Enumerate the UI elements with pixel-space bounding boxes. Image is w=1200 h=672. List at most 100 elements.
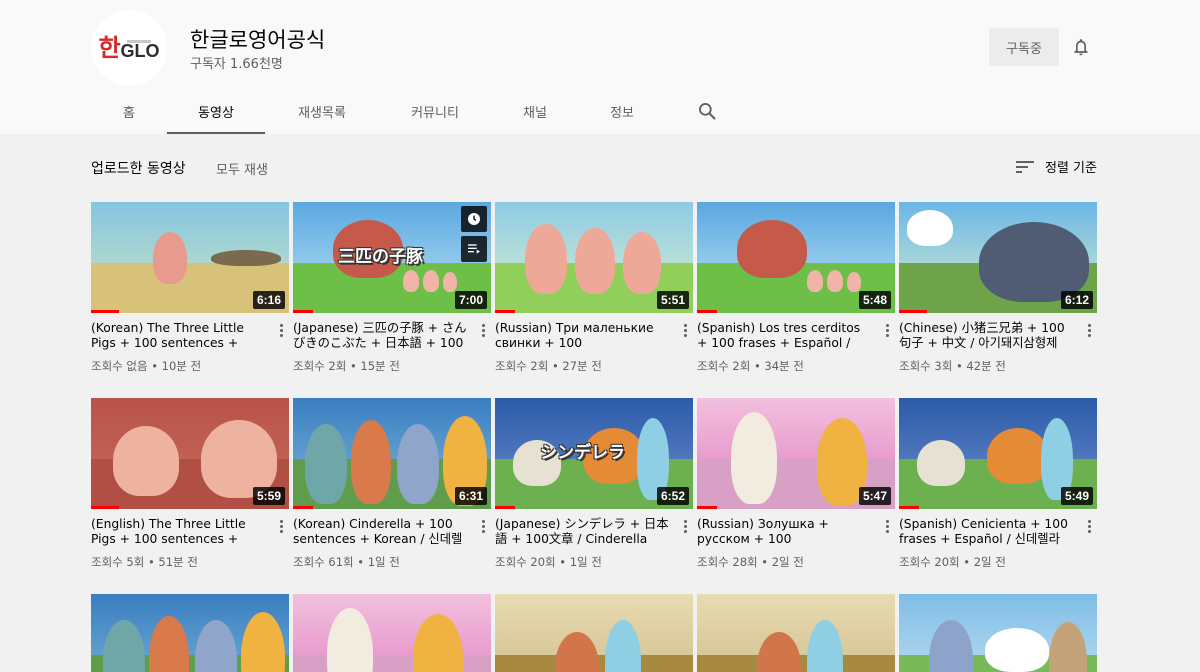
tab-home[interactable]: 홈 — [100, 92, 158, 134]
view-count: 조회수 20회 — [495, 555, 556, 569]
video-title[interactable]: (Spanish) Cenicienta + 100 frases + Espa… — [899, 517, 1097, 547]
video-card[interactable]: 5:59 (English) The Three Little Pigs + 1… — [91, 398, 289, 570]
video-duration: 6:52 — [656, 487, 689, 505]
more-actions-icon[interactable] — [273, 517, 289, 535]
upload-age: 15분 전 — [360, 359, 400, 373]
watch-later-button[interactable] — [461, 206, 487, 232]
watch-progress-bar — [495, 310, 515, 313]
video-thumbnail[interactable] — [495, 594, 693, 672]
more-actions-icon[interactable] — [677, 517, 693, 535]
view-count: 조회수 61회 — [293, 555, 354, 569]
video-thumbnail[interactable]: シンデレラ 6:52 — [495, 398, 693, 509]
upload-age: 42분 전 — [966, 359, 1006, 373]
search-icon[interactable] — [697, 101, 717, 121]
video-thumbnail[interactable]: 5:47 — [697, 398, 895, 509]
upload-age: 10분 전 — [161, 359, 202, 373]
thumbnail-figure — [847, 272, 861, 292]
channel-tabs: 홈 동영상 재생목록 커뮤니티 채널 정보 — [0, 92, 1200, 134]
video-card[interactable] — [899, 594, 1097, 672]
video-meta: 조회수 28회 • 2일 전 — [697, 555, 804, 569]
tab-videos[interactable]: 동영상 — [167, 92, 265, 134]
tab-channels[interactable]: 채널 — [506, 92, 564, 134]
video-thumbnail[interactable] — [91, 594, 289, 672]
video-meta: 조회수 2회 • 15분 전 — [293, 359, 400, 373]
more-actions-icon[interactable] — [475, 517, 491, 535]
video-thumbnail[interactable] — [899, 594, 1097, 672]
more-actions-icon[interactable] — [677, 321, 693, 339]
video-thumbnail[interactable]: 5:51 — [495, 202, 693, 313]
video-title[interactable]: (Korean) The Three Little Pigs + 100 sen… — [91, 321, 289, 351]
video-meta: 조회수 2회 • 34분 전 — [697, 359, 804, 373]
video-title[interactable]: (Japanese) シンデレラ + 日本語 + 100文章 / Cindere… — [495, 517, 693, 547]
tab-about[interactable]: 정보 — [593, 92, 651, 134]
video-card[interactable]: 6:12 (Chinese) 小猪三兄弟 + 100 句子 + 中文 / 아기돼… — [899, 202, 1097, 374]
bell-icon[interactable] — [1071, 36, 1091, 58]
video-card[interactable] — [91, 594, 289, 672]
add-to-queue-button[interactable] — [461, 236, 487, 262]
sort-button[interactable]: 정렬 기준 — [1015, 157, 1097, 176]
video-card[interactable] — [697, 594, 895, 672]
tab-playlists[interactable]: 재생목록 — [282, 92, 362, 134]
thumbnail-figure — [985, 628, 1049, 672]
tab-community[interactable]: 커뮤니티 — [395, 92, 475, 134]
video-title[interactable]: (Russian) Золушка + русском + 100 предло… — [697, 517, 895, 547]
more-actions-icon[interactable] — [273, 321, 289, 339]
video-thumbnail[interactable]: 6:31 — [293, 398, 491, 509]
more-actions-icon[interactable] — [1081, 321, 1097, 339]
video-duration: 5:48 — [858, 291, 891, 309]
channel-avatar[interactable]: 한 GLO — [91, 10, 167, 86]
more-actions-icon[interactable] — [1081, 517, 1097, 535]
thumbnail-figure — [211, 250, 281, 266]
thumbnail-caption: シンデレラ — [540, 443, 625, 463]
view-count: 조회수 2회 — [697, 359, 751, 373]
video-meta: 조회수 없음 • 10분 전 — [91, 359, 202, 373]
upload-age: 2일 전 — [771, 555, 804, 569]
video-title[interactable]: (Chinese) 小猪三兄弟 + 100 句子 + 中文 / 아기돼지삼형제 — [899, 321, 1097, 351]
video-card[interactable]: 6:16 (Korean) The Three Little Pigs + 10… — [91, 202, 289, 374]
thumbnail-figure — [305, 424, 347, 504]
video-card[interactable] — [495, 594, 693, 672]
play-all-button[interactable]: 모두 재생 — [216, 159, 268, 178]
video-thumbnail[interactable]: 三匹の子豚 7:00 — [293, 202, 491, 313]
video-thumbnail[interactable]: 6:12 — [899, 202, 1097, 313]
thumbnail-figure — [575, 228, 615, 294]
video-duration: 5:51 — [656, 291, 689, 309]
thumbnail-figure — [807, 270, 823, 292]
thumbnail-figure — [351, 420, 391, 504]
video-duration: 6:31 — [454, 487, 487, 505]
video-title[interactable]: (Japanese) 三匹の子豚 + さんびきのこぶた + 日本語 + 100文… — [293, 321, 491, 351]
channel-header: 한 GLO 한글로영어공식 구독자 1.66천명 구독중 홈 동영상 재생목록 … — [0, 0, 1200, 134]
video-thumbnail[interactable]: 5:59 — [91, 398, 289, 509]
video-card[interactable]: 5:48 (Spanish) Los tres cerditos + 100 f… — [697, 202, 895, 374]
thumbnail-figure — [623, 232, 661, 294]
video-thumbnail[interactable] — [697, 594, 895, 672]
video-card[interactable]: 6:31 (Korean) Cinderella + 100 sentences… — [293, 398, 491, 570]
upload-age: 2일 전 — [973, 555, 1006, 569]
video-title[interactable]: (Russian) Три маленькие свинки + 100 пре… — [495, 321, 693, 351]
video-thumbnail[interactable]: 5:48 — [697, 202, 895, 313]
queue-icon — [468, 244, 480, 254]
video-thumbnail[interactable] — [293, 594, 491, 672]
video-card[interactable]: シンデレラ 6:52 (Japanese) シンデレラ + 日本語 + 100文… — [495, 398, 693, 570]
video-thumbnail[interactable]: 5:49 — [899, 398, 1097, 509]
video-meta: 조회수 3회 • 42분 전 — [899, 359, 1006, 373]
video-card[interactable]: 5:49 (Spanish) Cenicienta + 100 frases +… — [899, 398, 1097, 570]
video-card[interactable] — [293, 594, 491, 672]
subscribed-button[interactable]: 구독중 — [989, 28, 1059, 66]
video-thumbnail[interactable]: 6:16 — [91, 202, 289, 313]
upload-age: 1일 전 — [569, 555, 602, 569]
video-card[interactable]: 5:47 (Russian) Золушка + русском + 100 п… — [697, 398, 895, 570]
video-duration: 7:00 — [454, 291, 487, 309]
video-title[interactable]: (English) The Three Little Pigs + 100 se… — [91, 517, 289, 547]
more-actions-icon[interactable] — [879, 321, 895, 339]
logo-tagline — [127, 40, 151, 43]
watch-progress-bar — [293, 506, 313, 509]
more-actions-icon[interactable] — [475, 321, 491, 339]
video-title[interactable]: (Spanish) Los tres cerditos + 100 frases… — [697, 321, 895, 351]
video-meta: 조회수 61회 • 1일 전 — [293, 555, 400, 569]
video-title[interactable]: (Korean) Cinderella + 100 sentences + Ko… — [293, 517, 491, 547]
view-count: 조회수 20회 — [899, 555, 960, 569]
video-card[interactable]: 三匹の子豚 7:00 (Japanese) 三匹の子豚 + さんびきのこぶた +… — [293, 202, 491, 374]
video-card[interactable]: 5:51 (Russian) Три маленькие свинки + 10… — [495, 202, 693, 374]
more-actions-icon[interactable] — [879, 517, 895, 535]
